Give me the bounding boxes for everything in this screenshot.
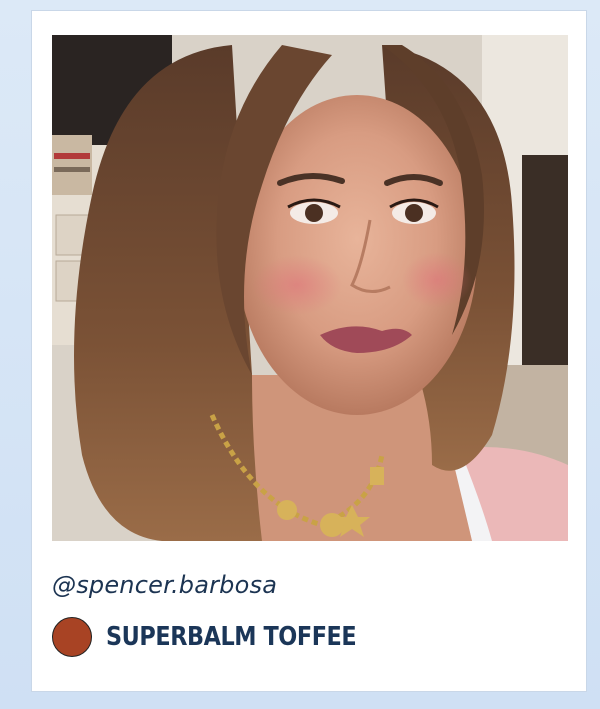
creator-handle[interactable]: @spencer.barbosa xyxy=(52,571,277,599)
product-row[interactable]: SUPERBALM TOFFEE xyxy=(52,615,397,659)
product-name[interactable]: SUPERBALM TOFFEE xyxy=(106,622,357,652)
ugc-card: @spencer.barbosa SUPERBALM TOFFEE xyxy=(31,10,587,692)
color-swatch xyxy=(52,617,92,657)
selfie-photo[interactable] xyxy=(52,35,568,541)
